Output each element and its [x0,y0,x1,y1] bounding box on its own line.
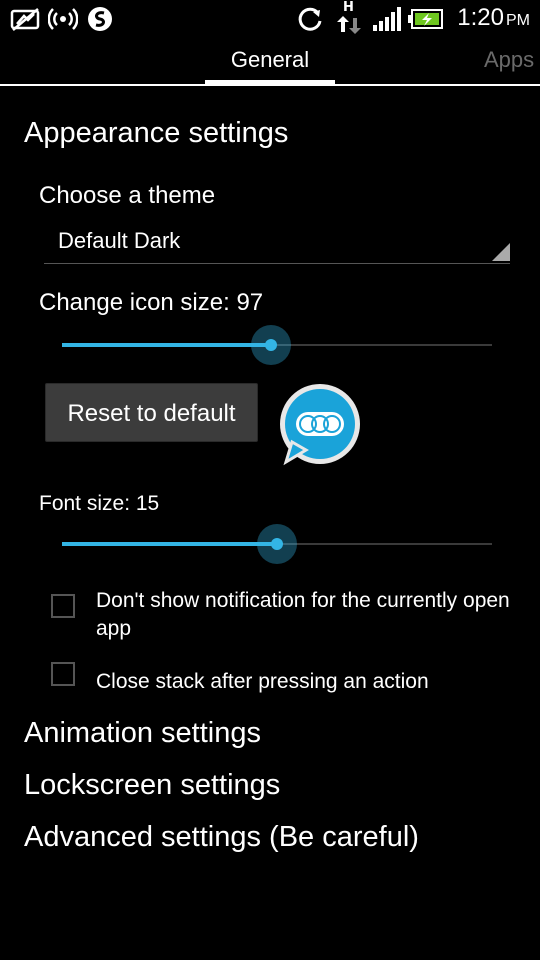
section-advanced-settings[interactable]: Advanced settings (Be careful) [24,821,419,854]
clock: 1:20 PM [457,4,530,32]
no-sim-icon [10,8,40,31]
slider-thumb[interactable] [257,524,297,564]
icon-size-slider[interactable] [62,325,492,365]
theme-label: Choose a theme [39,182,216,209]
tab-apps[interactable]: Apps [484,47,534,73]
slider-fill [62,542,277,546]
theme-spinner[interactable]: Default Dark [44,218,510,264]
font-size-slider[interactable] [62,524,492,564]
close-stack-checkbox[interactable] [51,662,75,686]
font-size-label: Font size: 15 [39,492,160,515]
tab-general[interactable]: General [205,47,335,73]
clock-ampm: PM [506,12,530,29]
data-transfer-icon: H [337,0,363,36]
tab-bar: General Apps [0,38,540,86]
close-stack-label: Close stack after pressing an action [96,670,429,693]
slider-thumb[interactable] [250,325,291,365]
section-lockscreen-settings[interactable]: Lockscreen settings [24,769,280,802]
section-appearance-settings[interactable]: Appearance settings [24,117,288,150]
section-animation-settings[interactable]: Animation settings [24,717,261,750]
hide-notification-label: Don't show notification for the currentl… [96,589,510,640]
network-type-label: H [343,0,354,15]
signal-icon [373,7,401,31]
icon-preview-bubble-icon [280,384,360,466]
swiftkey-icon [88,7,112,31]
reset-to-default-button[interactable]: Reset to default [45,383,258,442]
wireless-icon [48,8,78,30]
icon-size-label: Change icon size: 97 [39,289,264,316]
sync-icon [298,7,322,31]
hide-notification-checkbox[interactable] [51,594,75,618]
status-bar: H 1:20 PM [0,0,540,38]
spinner-arrow-icon [492,243,510,261]
theme-spinner-value: Default Dark [58,228,181,253]
slider-fill [62,343,271,347]
battery-charging-icon [408,9,443,29]
tab-selected-indicator [205,80,335,85]
clock-time: 1:20 [457,4,504,31]
